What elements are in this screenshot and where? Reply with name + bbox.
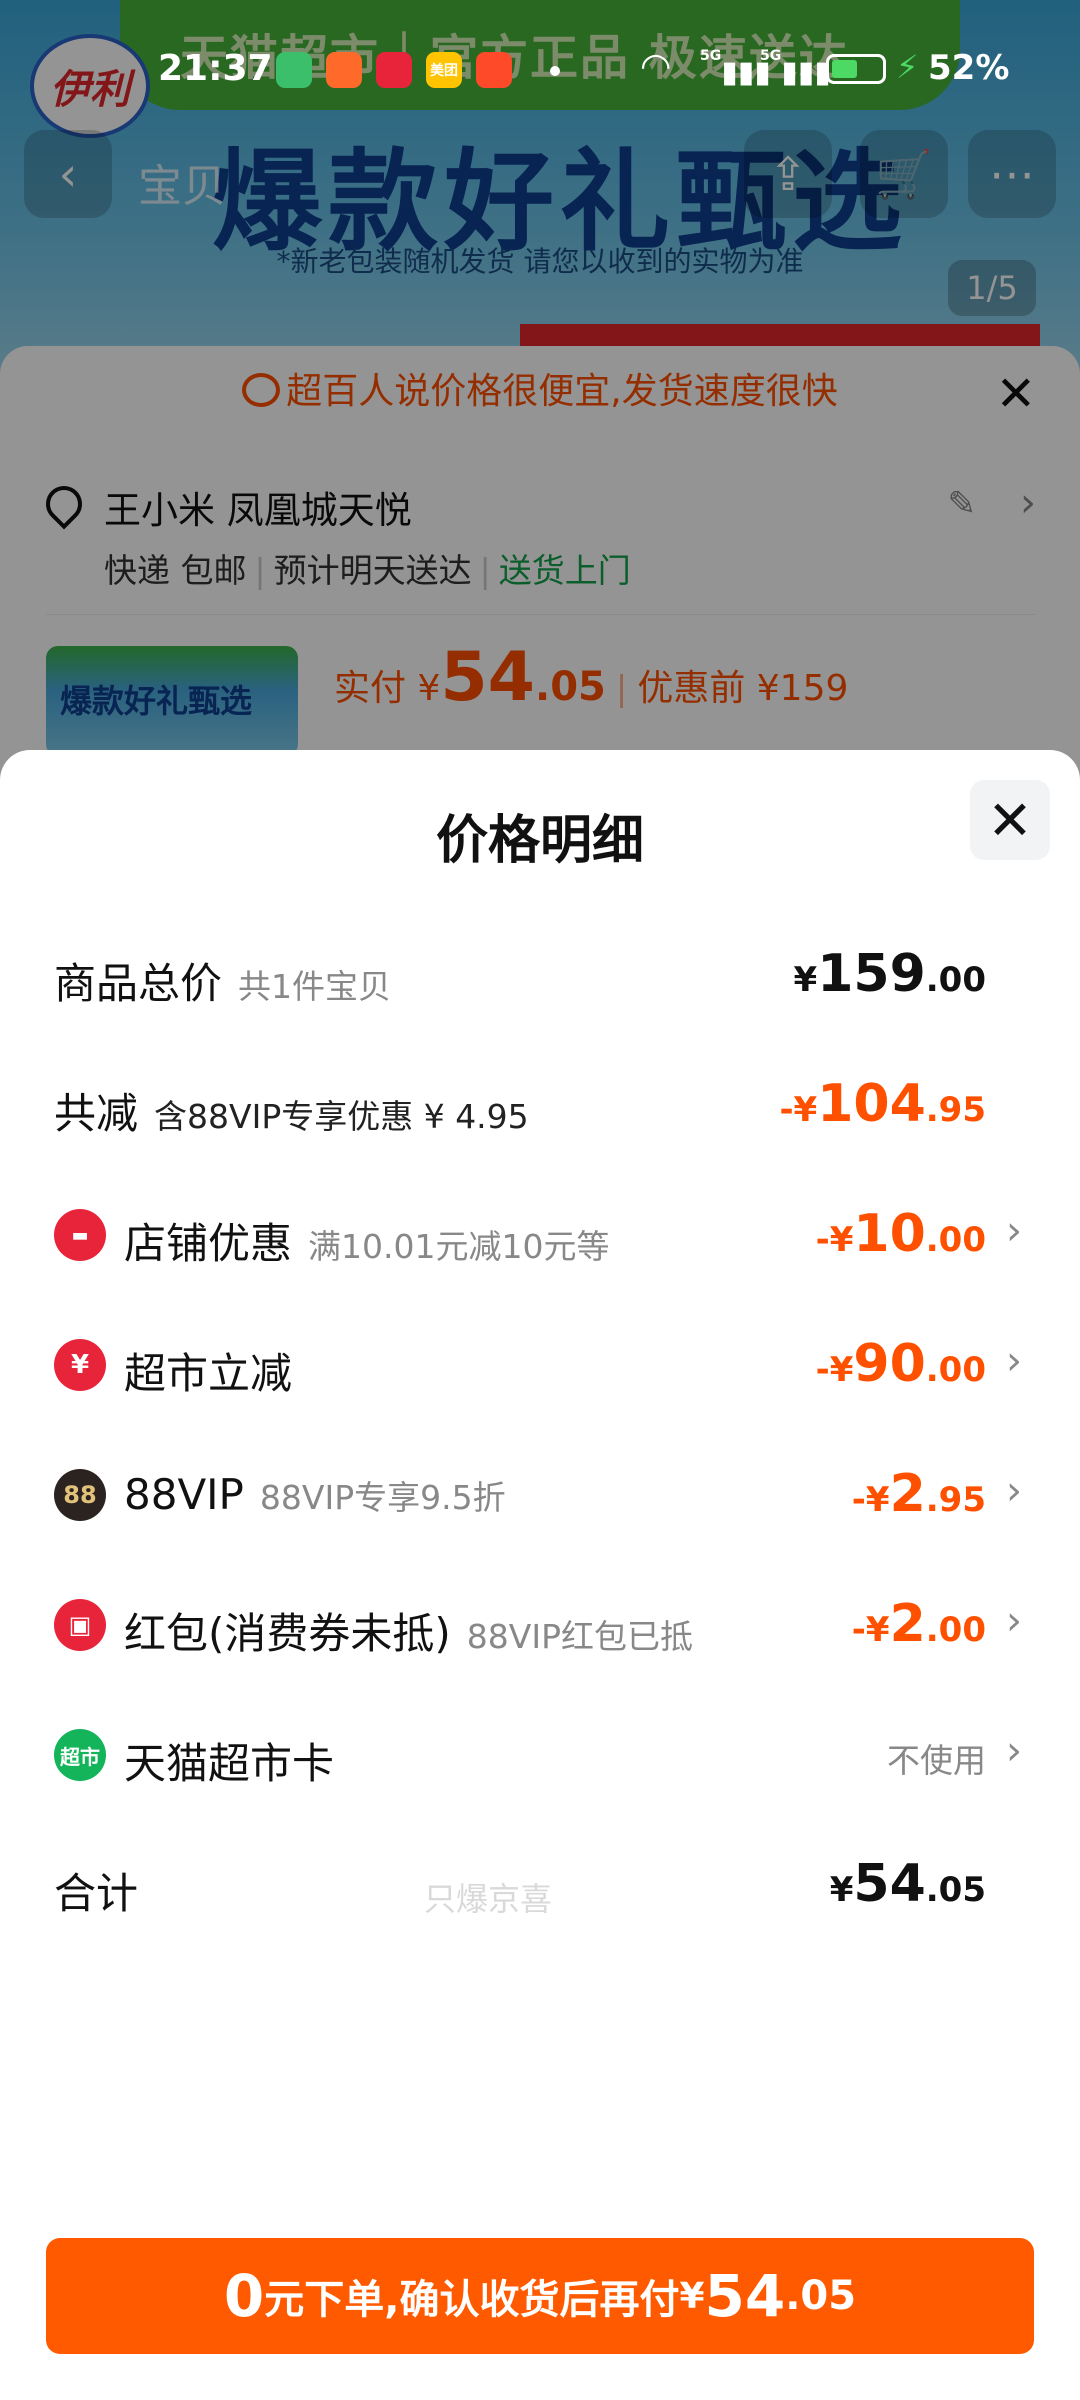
close-button[interactable]: ✕	[970, 780, 1050, 860]
red-packet-icon: ▣	[54, 1599, 106, 1651]
deal-app-icon	[476, 52, 512, 88]
row-red-packet[interactable]: ▣ 红包(消费券未抵) 88VIP红包已抵 -¥2.00 ›	[0, 1590, 1080, 1660]
row-supermarket-discount[interactable]: ¥ 超市立减 -¥90.00 ›	[0, 1330, 1080, 1400]
store-icon: ▬	[54, 1209, 106, 1261]
sheet-title: 价格明细	[435, 811, 644, 871]
tmall-supermarket-icon: 超市	[54, 1729, 106, 1781]
row-tmall-card[interactable]: 超市 天猫超市卡 不使用 ›	[0, 1720, 1080, 1790]
sum-amount: ¥54.05	[829, 1854, 986, 1914]
battery-percent: 52%	[928, 48, 1010, 88]
chevron-right-icon: ›	[1006, 1598, 1022, 1644]
total-amount: ¥159.00	[793, 944, 986, 1004]
row-note: 共1件宝贝	[238, 967, 392, 1006]
discount-amount: -¥104.95	[779, 1074, 986, 1134]
signal-icon: 5G▮▮▮	[760, 48, 831, 90]
battery-icon	[826, 54, 886, 84]
row-total-discount: 共减 含88VIP专享优惠 ¥ 4.95 -¥104.95	[54, 1074, 986, 1138]
store-discount-amount: -¥10.00	[815, 1204, 986, 1264]
row-store-discount[interactable]: ▬ 店铺优惠 满10.01元减10元等 -¥10.00 ›	[0, 1200, 1080, 1270]
screen: 天猫超市｜官方正品 极速送达 伊利 爆款好礼甄选 *新老包装随机发货 请您以收到…	[0, 0, 1080, 2400]
row-note: 满10.01元减10元等	[308, 1227, 610, 1266]
charging-icon: ⚡	[896, 48, 919, 86]
row-note: 含88VIP专享优惠 ¥ 4.95	[154, 1097, 529, 1136]
vip-88-icon: 88	[54, 1469, 106, 1521]
row-total-price: 商品总价 共1件宝贝 ¥159.00	[54, 944, 986, 1008]
wifi-icon: ◠	[640, 46, 672, 87]
supermarket-discount-amount: -¥90.00	[815, 1334, 986, 1394]
notification-icons: 美团	[276, 52, 526, 88]
yen-coupon-icon: ¥	[54, 1339, 106, 1391]
chevron-right-icon: ›	[1006, 1338, 1022, 1384]
chevron-right-icon: ›	[1006, 1208, 1022, 1254]
shopping-app-icon	[326, 52, 362, 88]
status-bar: 21:37 美团 ◠ 5G▮▮▮ 5G▮▮▮ ⚡ 52%	[0, 46, 1080, 98]
clock: 21:37	[158, 48, 273, 89]
battery-fill	[832, 60, 857, 78]
row-note: 88VIP专享9.5折	[259, 1478, 506, 1517]
red-packet-amount: -¥2.00	[851, 1594, 986, 1654]
heart-app-icon	[376, 52, 412, 88]
place-order-button[interactable]: 0 元下单,确认收货后再付 ¥54.05	[46, 2238, 1034, 2354]
meituan-app-icon: 美团	[426, 52, 462, 88]
price-detail-sheet: 价格明细 ✕ 商品总价 共1件宝贝 ¥159.00 共减 含88VIP专享优惠 ¥ …	[0, 750, 1080, 2400]
close-icon: ✕	[987, 788, 1033, 852]
card-status: 不使用	[887, 1741, 986, 1780]
more-notifications-dot	[550, 66, 560, 76]
row-note: 88VIP红包已抵	[466, 1617, 693, 1656]
vip-discount-amount: -¥2.95	[851, 1464, 986, 1524]
row-88vip-discount[interactable]: 88 88VIP 88VIP专享9.5折 -¥2.95 ›	[0, 1460, 1080, 1530]
row-sum: 合计 ¥54.05	[54, 1854, 986, 1918]
chevron-right-icon: ›	[1006, 1728, 1022, 1774]
video-app-icon	[276, 52, 312, 88]
chevron-right-icon: ›	[1006, 1468, 1022, 1514]
